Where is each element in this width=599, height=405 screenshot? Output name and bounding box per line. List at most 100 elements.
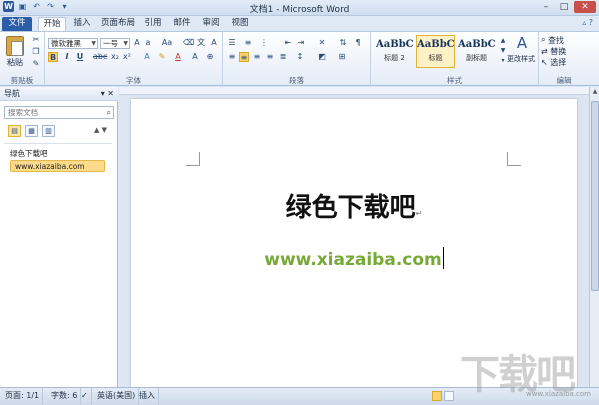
nav-search-placeholder: 搜索文档 [8, 108, 38, 117]
headings-view-icon[interactable]: ▤ [8, 125, 21, 137]
format-painter-icon[interactable]: ✎ [31, 59, 41, 69]
font-name-combo[interactable]: 微软雅黑 ▼ [48, 38, 98, 49]
style-sample: AaBbC [417, 39, 454, 50]
style-heading2[interactable]: AaBbC 标题 2 [375, 35, 414, 68]
select-icon: ↖ [541, 57, 548, 67]
style-title[interactable]: AaBbC 标题 [416, 35, 455, 68]
grow-font-icon[interactable]: A [132, 38, 142, 48]
minimize-button[interactable]: – [538, 1, 554, 13]
font-group-label: 字体 [126, 76, 141, 85]
increase-indent-icon[interactable]: ⇥ [296, 38, 306, 48]
tab-file[interactable]: 文件 [2, 17, 32, 31]
nav-search-input[interactable]: 搜索文档 ⌕ [4, 106, 114, 119]
pages-view-icon[interactable]: ▦ [25, 125, 38, 137]
site-watermark: 下载吧 www.xiazaiba.com [460, 342, 595, 400]
doc-url-text: www.xiazaiba.com [264, 250, 442, 270]
align-right-icon[interactable]: ≡ [252, 52, 262, 62]
close-button[interactable]: ✕ [574, 1, 596, 13]
outline-item-selected[interactable]: www.xiazaiba.com [10, 160, 105, 172]
shrink-font-icon[interactable]: a [143, 38, 153, 48]
nav-close-icon[interactable]: ▾ ✕ [101, 87, 114, 101]
nav-prev-next-icon[interactable]: ▲ ▼ [94, 126, 107, 134]
phonetic-guide-icon[interactable]: 文 [196, 38, 206, 48]
tab-review[interactable]: 审阅 [199, 17, 223, 31]
results-view-icon[interactable]: ▥ [42, 125, 55, 137]
word-count[interactable]: 字数: 6 [48, 388, 82, 404]
clear-format-icon[interactable]: ⌫ [183, 38, 194, 48]
ribbon: 粘贴 ✂ ❐ ✎ 剪贴板 微软雅黑 ▼ 一号 ▼ A a Aa ⌫ 文 A B … [0, 31, 599, 87]
clipboard-group-label: 剪贴板 [10, 76, 34, 85]
distributed-icon[interactable]: ≣ [278, 52, 288, 62]
find-button[interactable]: ⌕ 查找 [541, 35, 585, 45]
insert-mode-indicator[interactable]: 插入 [136, 388, 159, 404]
scroll-up-icon[interactable]: ▲ [591, 88, 599, 96]
page-count[interactable]: 页面: 1/1 [2, 388, 44, 404]
paste-icon[interactable] [6, 36, 24, 56]
doc-heading[interactable]: 绿色下载吧↵ [131, 187, 577, 224]
language-indicator[interactable]: 英语(美国) [94, 388, 140, 404]
tab-page-layout[interactable]: 页面布局 [99, 17, 137, 31]
italic-button[interactable]: I [62, 52, 72, 62]
outline-item[interactable]: 绿色下载吧 [6, 148, 48, 160]
tab-view[interactable]: 视图 [228, 17, 252, 31]
font-size-value: 一号 [103, 39, 118, 48]
margin-mark [186, 152, 200, 166]
tab-mailings[interactable]: 邮件 [170, 17, 194, 31]
font-color-icon[interactable]: A [173, 52, 183, 62]
find-icon: ⌕ [541, 35, 546, 44]
show-marks-icon[interactable]: ¶ [353, 38, 363, 48]
doc-url[interactable]: www.xiazaiba.com [131, 247, 577, 270]
change-styles-icon[interactable]: A [512, 35, 532, 51]
styles-group-label: 样式 [447, 76, 462, 85]
help-icon[interactable]: ▵ ? [582, 18, 593, 27]
font-size-combo[interactable]: 一号 ▼ [100, 38, 130, 49]
line-spacing-icon[interactable]: ↕ [295, 52, 305, 62]
align-left-icon[interactable]: ≡ [227, 52, 237, 62]
maximize-button[interactable]: □ [556, 1, 572, 13]
subscript-button[interactable]: x₂ [110, 52, 120, 62]
scroll-thumb[interactable] [591, 101, 599, 291]
cut-icon[interactable]: ✂ [31, 35, 41, 45]
window-controls: – □ ✕ [538, 1, 596, 13]
paste-button[interactable]: 粘贴 [2, 57, 28, 67]
select-button[interactable]: ↖ 选择 [541, 57, 585, 67]
multilevel-list-icon[interactable]: ⋮ [259, 38, 269, 48]
numbering-icon[interactable]: ≡ [243, 38, 253, 48]
font-group: 微软雅黑 ▼ 一号 ▼ A a Aa ⌫ 文 A B I U abc x₂ x²… [45, 32, 223, 87]
editing-group: ⌕ 查找 ⇄ 替换 ↖ 选择 编辑 [539, 32, 589, 87]
enclose-char-icon[interactable]: ⊕ [205, 52, 215, 62]
char-border-icon[interactable]: A [209, 38, 219, 48]
highlight-icon[interactable]: ✎ [157, 52, 167, 62]
paragraph-group: ☰ ≡ ⋮ ⇤ ⇥ ✕ ⇅ ¶ ≡ ≡ ≡ ≡ ≣ ↕ ◩ ⊞ 段落 [223, 32, 371, 87]
tab-home[interactable]: 开始 [38, 17, 66, 31]
bullets-icon[interactable]: ☰ [227, 38, 237, 48]
nav-header: 导航 ▾ ✕ [0, 87, 118, 101]
decrease-indent-icon[interactable]: ⇤ [283, 38, 293, 48]
proofing-icon[interactable]: ✓ [78, 388, 92, 404]
navigation-pane: 导航 ▾ ✕ 搜索文档 ⌕ ▤ ▦ ▥ ▲ ▼ 绿色下载吧 www.xiazai… [0, 87, 118, 387]
align-center-icon[interactable]: ≡ [239, 52, 249, 62]
chevron-down-icon: ▼ [123, 40, 128, 47]
char-shading-icon[interactable]: A [190, 52, 200, 62]
strikethrough-button[interactable]: abc [93, 52, 107, 62]
replace-icon: ⇄ [541, 46, 548, 56]
shading-icon[interactable]: ◩ [317, 52, 327, 62]
justify-icon[interactable]: ≡ [265, 52, 275, 62]
replace-button[interactable]: ⇄ 替换 [541, 46, 585, 56]
tab-references[interactable]: 引用 [141, 17, 165, 31]
text-effects-icon[interactable]: A [142, 52, 152, 62]
change-case-icon[interactable]: Aa [160, 38, 174, 48]
borders-icon[interactable]: ⊞ [337, 52, 347, 62]
tab-insert[interactable]: 插入 [70, 17, 94, 31]
print-layout-icon[interactable] [432, 391, 442, 401]
style-subtitle[interactable]: AaBbC 副标题 [457, 35, 496, 68]
copy-icon[interactable]: ❐ [31, 47, 41, 57]
change-styles-button[interactable]: 更改样式 [504, 54, 538, 64]
superscript-button[interactable]: x² [122, 52, 132, 62]
sort-icon[interactable]: ⇅ [338, 38, 348, 48]
chinese-layout-icon[interactable]: ✕ [317, 38, 327, 48]
search-icon[interactable]: ⌕ [107, 107, 111, 118]
reading-layout-icon[interactable] [444, 391, 454, 401]
underline-button[interactable]: U [75, 52, 85, 62]
bold-button[interactable]: B [48, 52, 58, 62]
